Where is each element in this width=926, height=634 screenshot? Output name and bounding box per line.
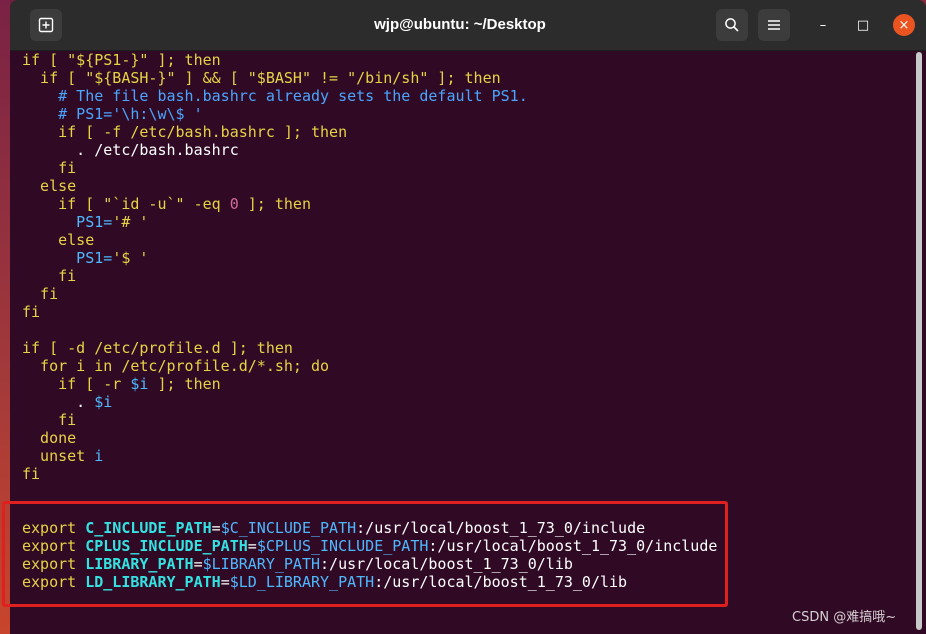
code-token: "`id -u`" <box>103 195 185 213</box>
code-token: if [ <box>22 51 68 69</box>
code-token: "${BASH-}" <box>85 69 176 87</box>
title-bar: wjp@ubuntu: ~/Desktop – □ × <box>10 0 926 51</box>
terminal-line: # PS1='\h:\w\$ ' <box>22 105 203 123</box>
code-token: ]; then <box>148 375 221 393</box>
code-token: done <box>22 429 77 447</box>
code-token: if [ <box>22 195 104 213</box>
new-tab-icon <box>38 17 54 33</box>
terminal-line: PS1='$ ' <box>22 249 148 267</box>
code-token: fi <box>22 159 77 177</box>
terminal-line: fi <box>22 411 76 429</box>
code-token: PS1= <box>22 213 113 231</box>
close-icon: × <box>898 17 910 33</box>
terminal-line: # The file bash.bashrc already sets the … <box>22 87 528 105</box>
code-token: '$ ' <box>112 249 149 267</box>
terminal-line: fi <box>22 303 40 321</box>
code-token: i <box>94 447 104 465</box>
code-token: ]; then <box>148 51 221 69</box>
terminal-line: . $i <box>22 393 112 411</box>
code-token: fi <box>22 267 77 285</box>
code-token: ]; then <box>238 195 311 213</box>
search-button[interactable] <box>716 9 748 41</box>
code-token: "$BASH" <box>247 69 311 87</box>
scrollbar[interactable] <box>916 52 922 630</box>
code-token: 0 <box>229 195 239 213</box>
code-token: else <box>22 177 77 195</box>
code-token: . /etc/bash.bashrc <box>22 141 239 159</box>
terminal-line: fi <box>22 267 76 285</box>
code-token: # The file bash.bashrc already sets the … <box>22 87 528 105</box>
code-token: . <box>22 393 95 411</box>
code-token: unset <box>22 447 95 465</box>
terminal-line: unset i <box>22 447 103 465</box>
minimize-button[interactable]: – <box>813 15 833 35</box>
terminal-line: if [ -d /etc/profile.d ]; then <box>22 339 293 357</box>
code-token: PS1= <box>22 249 113 267</box>
code-token: for i in /etc/profile.d/*.sh; do <box>22 357 330 375</box>
code-token: $i <box>94 393 113 411</box>
terminal-line: else <box>22 231 94 249</box>
code-token: fi <box>22 411 77 429</box>
watermark: CSDN @难搞哦~ <box>792 610 897 625</box>
search-icon <box>725 18 739 32</box>
code-token: if [ <box>22 69 86 87</box>
code-token: ]; then <box>428 69 501 87</box>
terminal-line: if [ "`id -u`" -eq 0 ]; then <box>22 195 311 213</box>
close-button[interactable]: × <box>893 14 915 36</box>
code-token: "${PS1-}" <box>67 51 149 69</box>
terminal-line: fi <box>22 159 76 177</box>
window-title: wjp@ubuntu: ~/Desktop <box>374 16 546 33</box>
code-token: fi <box>22 285 59 303</box>
terminal-line: for i in /etc/profile.d/*.sh; do <box>22 357 329 375</box>
code-token: if [ -d /etc/profile.d ]; then <box>22 339 293 357</box>
code-token: # PS1='\h:\w\$ ' <box>22 105 203 123</box>
terminal-line: fi <box>22 285 58 303</box>
code-token: else <box>22 231 95 249</box>
code-token: "/bin/sh" <box>347 69 429 87</box>
code-token: fi <box>22 303 41 321</box>
highlight-annotation <box>2 501 728 607</box>
code-token: -eq <box>184 195 230 213</box>
terminal-line: if [ -f /etc/bash.bashrc ]; then <box>22 123 347 141</box>
terminal-line: . /etc/bash.bashrc <box>22 141 239 159</box>
terminal-line: if [ -r $i ]; then <box>22 375 221 393</box>
code-token: if [ -r <box>22 375 131 393</box>
maximize-button[interactable]: □ <box>853 15 873 35</box>
menu-button[interactable] <box>758 9 790 41</box>
code-token: != <box>311 69 348 87</box>
terminal-line: PS1='# ' <box>22 213 148 231</box>
code-token: '# ' <box>112 213 149 231</box>
terminal-line: if [ "${PS1-}" ]; then <box>22 51 221 69</box>
terminal-line: else <box>22 177 76 195</box>
hamburger-menu-icon <box>768 20 780 30</box>
terminal-line: if [ "${BASH-}" ] && [ "$BASH" != "/bin/… <box>22 69 501 87</box>
minimize-icon: – <box>819 17 827 33</box>
code-token: ] && [ <box>175 69 248 87</box>
code-token: if [ -f /etc/bash.bashrc ]; then <box>22 123 348 141</box>
code-token: fi <box>22 465 41 483</box>
code-token: $i <box>130 375 149 393</box>
terminal-line: done <box>22 429 76 447</box>
terminal-line: fi <box>22 465 40 483</box>
maximize-icon: □ <box>856 17 870 33</box>
new-tab-button[interactable] <box>30 9 62 41</box>
